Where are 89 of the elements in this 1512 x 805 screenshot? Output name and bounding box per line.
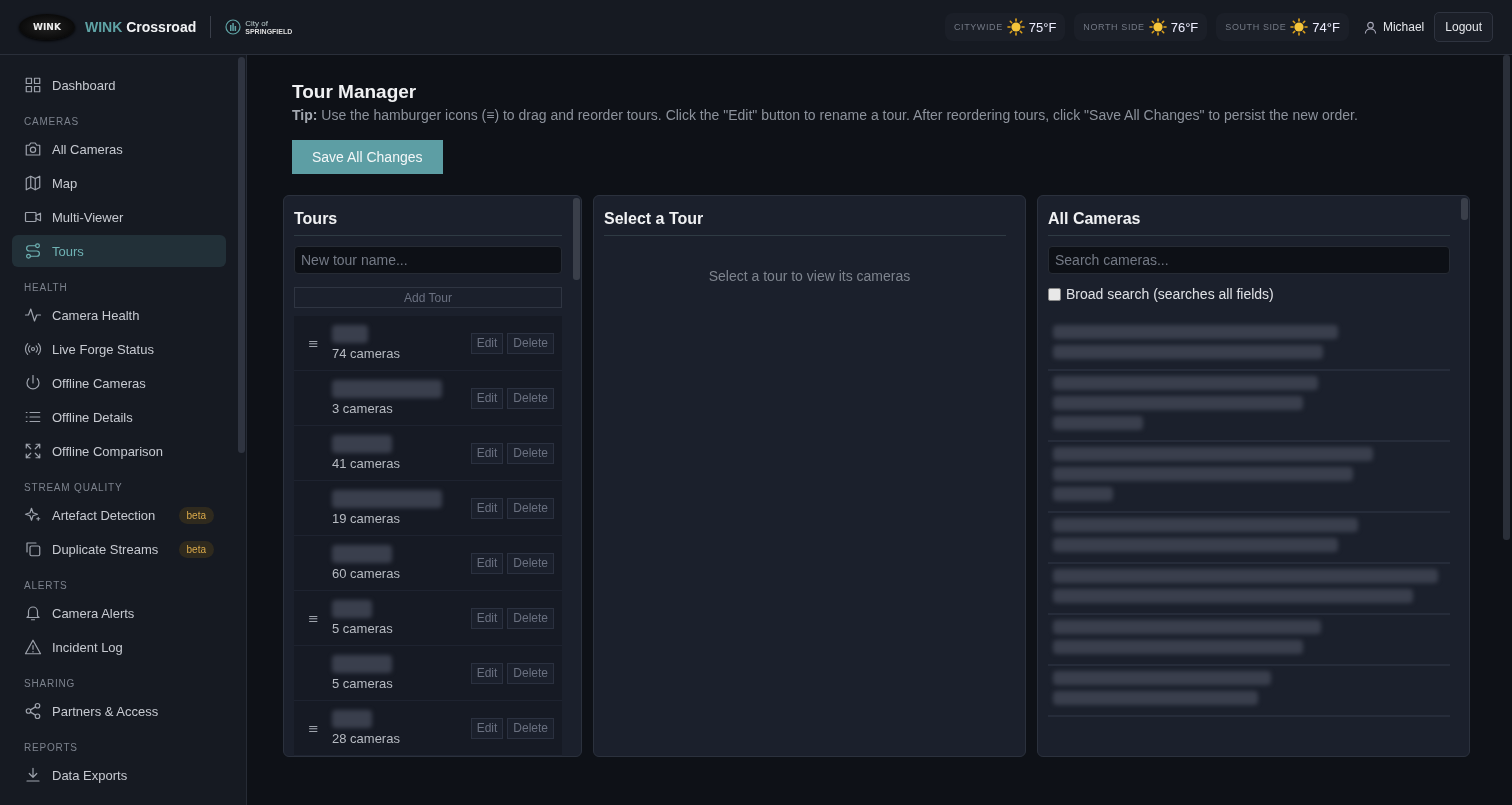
sidebar-item[interactable]: Live Forge Status (12, 333, 226, 365)
scrollbar[interactable] (1503, 55, 1510, 540)
section-heading: STREAM QUALITY (23, 481, 124, 495)
camera-icon (24, 140, 42, 158)
logout-button[interactable]: Logout (1434, 12, 1493, 42)
user-name: Michael (1382, 20, 1425, 34)
app-title: WINK Crossroad (85, 19, 197, 35)
share-icon (24, 702, 42, 720)
city-logo-icon (225, 19, 242, 35)
redacted-text (332, 545, 392, 563)
sparkle-icon (24, 506, 42, 524)
section-heading: CAMERAS (23, 115, 81, 129)
user-icon (1363, 20, 1377, 34)
tour-row[interactable]: ≡ 5 cameras Edit Delete (294, 591, 562, 646)
scrollbar[interactable] (238, 57, 245, 453)
camera-count: 5 cameras (332, 676, 394, 691)
section-heading: HEALTH (23, 281, 69, 295)
scrollbar[interactable] (573, 198, 580, 280)
warning-icon (24, 638, 42, 656)
sidebar-item[interactable]: Camera Alerts (12, 597, 226, 629)
checkbox[interactable] (1048, 287, 1061, 301)
section-heading: SHARING (23, 677, 77, 691)
sidebar-item[interactable]: Multi-Viewer (12, 201, 226, 233)
empty-message: Select a tour to view its cameras (707, 268, 912, 284)
drag-handle[interactable]: ≡ (308, 610, 318, 626)
section-heading: ALERTS (23, 579, 69, 593)
panel-title: Tours (294, 208, 562, 236)
download-icon (24, 766, 42, 784)
search-field[interactable]: Search cameras... (1048, 246, 1450, 274)
sidebar-item[interactable]: Tours (12, 235, 226, 267)
checkbox-label[interactable]: Broad search (searches all fields) (1066, 286, 1274, 302)
sidebar-item[interactable]: Map (12, 167, 226, 199)
redacted-text (332, 325, 368, 343)
map-icon (24, 174, 42, 192)
sun-icon (1148, 18, 1167, 36)
tip-text: Tip: Use the hamburger icons (≡) to drag and reorder tours. Click the "Edit" button to rename a tour. After reordering tours, click "Save All Changes" to persist the new order. (292, 106, 1359, 125)
tour-name-field[interactable]: New tour name... (294, 246, 562, 274)
panel-title: All Cameras (1048, 208, 1450, 236)
route-icon (24, 242, 42, 260)
camera-count: 28 cameras (332, 731, 401, 746)
sidebar-item[interactable]: Incident Log (12, 631, 226, 663)
redacted-text (332, 600, 372, 618)
sidebar-item[interactable]: Offline Cameras (12, 367, 226, 399)
grid-icon (24, 76, 42, 94)
tour-row[interactable]: ≡ 74 cameras Edit Delete (294, 316, 562, 371)
redacted-text (332, 655, 392, 673)
redacted-text (332, 435, 392, 453)
tour-row[interactable]: ≡ 28 cameras Edit Delete (294, 701, 562, 756)
broadcast-icon (24, 340, 42, 358)
camera-count: 5 cameras (332, 621, 394, 636)
city-caption: City of (245, 19, 269, 28)
logo[interactable]: WINK (19, 14, 75, 40)
drag-handle[interactable]: ≡ (308, 335, 318, 351)
camera-count: 60 cameras (332, 566, 401, 581)
beta-badge: beta (178, 506, 214, 524)
pulse-icon (24, 306, 42, 324)
camera-count: 74 cameras (332, 346, 401, 361)
camera-count: 3 cameras (332, 401, 394, 416)
section-heading: REPORTS (23, 741, 79, 755)
copy-icon (24, 540, 42, 558)
bell-icon (24, 604, 42, 622)
redacted-text (1053, 487, 1113, 501)
temperature: 74°F (1312, 19, 1340, 35)
temperature: 75°F (1028, 19, 1057, 35)
weather-area: SOUTH SIDE (1225, 22, 1287, 32)
sidebar-item[interactable]: Partners & Access (12, 695, 226, 727)
sidebar-item[interactable]: Camera Health (12, 299, 226, 331)
sidebar-item[interactable]: Artefact Detection beta (12, 499, 226, 531)
sun-icon (1006, 18, 1025, 36)
temperature: 76°F (1170, 19, 1199, 35)
sun-icon (1290, 18, 1309, 36)
expand-icon (24, 442, 42, 460)
camera-count: 41 cameras (332, 456, 401, 471)
sidebar-item[interactable]: Offline Comparison (12, 435, 226, 467)
beta-badge: beta (178, 540, 214, 558)
panel-title: Select a Tour (604, 208, 1006, 236)
sidebar-item[interactable]: Data Exports (12, 759, 226, 791)
page-title: Tour Manager (292, 81, 418, 103)
redacted-text (332, 710, 372, 728)
power-icon (24, 374, 42, 392)
scrollbar[interactable] (1461, 198, 1468, 220)
sidebar-item[interactable]: Dashboard (12, 69, 226, 101)
sidebar-item[interactable]: Offline Details (12, 401, 226, 433)
sidebar-item[interactable]: Duplicate Streams beta (12, 533, 226, 565)
weather-area: NORTH SIDE (1083, 22, 1145, 32)
sidebar-item[interactable]: All Cameras (12, 133, 226, 165)
drag-handle[interactable]: ≡ (308, 720, 318, 736)
camera-count: 19 cameras (332, 511, 401, 526)
weather-area: CITYWIDE (953, 22, 1003, 32)
